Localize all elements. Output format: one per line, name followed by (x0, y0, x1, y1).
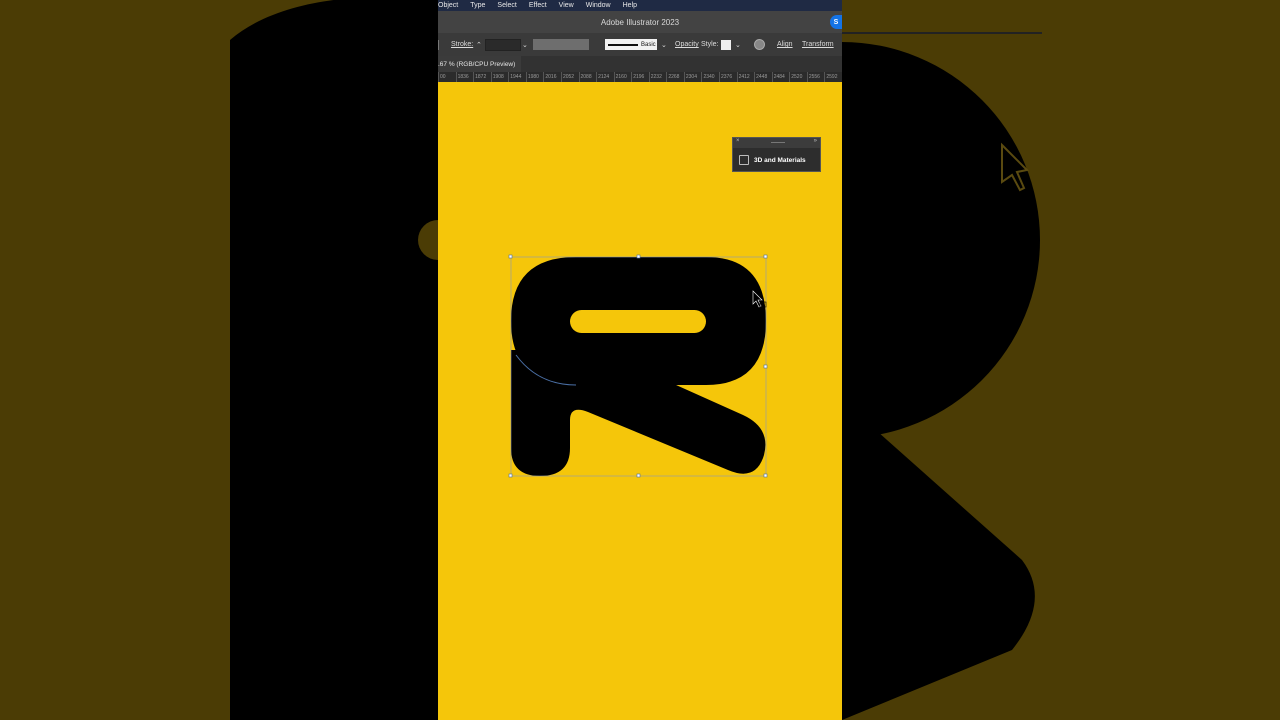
illustrator-window: Object Type Select Effect View Window He… (438, 0, 842, 720)
panel-close-icon[interactable]: × (736, 138, 740, 144)
background-right-blur (842, 0, 1280, 720)
handle-bottom-left[interactable] (508, 473, 513, 478)
handle-top-left[interactable] (508, 254, 513, 259)
handle-bottom-center[interactable] (636, 473, 641, 478)
handle-bottom-right[interactable] (763, 473, 768, 478)
panel-title: 3D and Materials (754, 156, 806, 164)
background-left-shape (230, 0, 438, 720)
panel-grip[interactable] (771, 142, 785, 143)
background-left-blur (0, 0, 438, 720)
handle-top-center[interactable] (636, 254, 641, 259)
handle-middle-right[interactable] (763, 364, 768, 369)
panel-header: × » (733, 138, 820, 148)
3d-materials-panel[interactable]: × » 3D and Materials (732, 137, 821, 172)
panel-3d-materials-item[interactable]: 3D and Materials (733, 148, 820, 172)
cube-icon (739, 155, 749, 165)
background-right-shape (842, 32, 1042, 720)
panel-collapse-icon[interactable]: » (814, 138, 817, 144)
artboard-canvas[interactable] (438, 0, 842, 720)
handle-top-right[interactable] (763, 254, 768, 259)
